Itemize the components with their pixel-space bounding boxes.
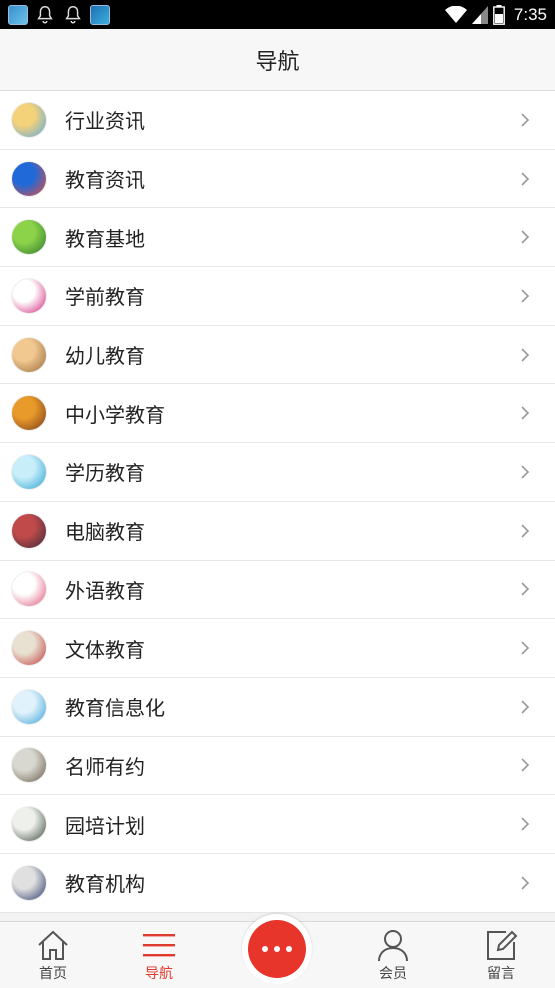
- app-icon: [90, 4, 110, 25]
- home-icon: [38, 930, 68, 960]
- list-item[interactable]: 文体教育: [0, 619, 555, 678]
- list-item-label: 教育机构: [65, 872, 145, 897]
- chevron-right-icon: [521, 406, 530, 420]
- list-item-label: 文体教育: [65, 637, 145, 662]
- list-item-label: 教育资讯: [65, 168, 145, 193]
- tab-label: 导航: [145, 966, 173, 982]
- list-item-label: 学前教育: [65, 285, 145, 310]
- tab-message[interactable]: 留言: [451, 922, 551, 988]
- chevron-right-icon: [521, 348, 530, 362]
- tab-label: 会员: [379, 966, 407, 982]
- list-item[interactable]: 学历教育: [0, 443, 555, 502]
- training-plan-icon: [11, 806, 47, 843]
- list-item-label: 中小学教育: [65, 402, 165, 427]
- education-it-icon: [11, 688, 47, 725]
- chevron-right-icon: [521, 817, 530, 831]
- tab-home[interactable]: 首页: [3, 922, 103, 988]
- list-item[interactable]: 名师有约: [0, 736, 555, 796]
- chevron-right-icon: [521, 230, 530, 244]
- industry-news-icon: [11, 101, 47, 138]
- bell-icon: [65, 5, 81, 24]
- chevron-right-icon: [521, 641, 530, 655]
- status-bar: 7:35: [0, 0, 555, 29]
- clock: 7:35: [513, 4, 547, 24]
- chevron-right-icon: [521, 113, 530, 127]
- list-item-label: 行业资讯: [65, 109, 145, 134]
- list-item[interactable]: 学前教育: [0, 267, 555, 326]
- list-item[interactable]: 教育机构: [0, 853, 555, 913]
- list-item[interactable]: 中小学教育: [0, 384, 555, 444]
- chevron-right-icon: [521, 700, 530, 714]
- menu-icon: [143, 934, 175, 957]
- list-item[interactable]: 教育基地: [0, 208, 555, 268]
- chevron-right-icon: [521, 465, 530, 479]
- page-header: 导航: [0, 29, 555, 91]
- list-item[interactable]: 行业资讯: [0, 91, 555, 150]
- sports-culture-icon: [11, 630, 47, 667]
- list-item-label: 学历教育: [65, 461, 145, 486]
- more-button[interactable]: [242, 914, 312, 984]
- app-icon: [8, 4, 28, 25]
- tab-member[interactable]: 会员: [343, 922, 443, 988]
- list-item-label: 园培计划: [65, 813, 145, 838]
- list-item[interactable]: 教育信息化: [0, 677, 555, 737]
- list-item[interactable]: 园培计划: [0, 795, 555, 854]
- chevron-right-icon: [521, 289, 530, 303]
- user-icon: [378, 930, 408, 962]
- list-item-label: 幼儿教育: [65, 344, 145, 369]
- list-item[interactable]: 教育资讯: [0, 149, 555, 209]
- child-education-icon: [11, 336, 47, 373]
- education-institution-icon: [11, 864, 47, 901]
- chevron-right-icon: [521, 171, 530, 186]
- education-news-icon: [11, 160, 47, 197]
- computer-education-icon: [11, 512, 47, 549]
- famous-teacher-icon: [11, 747, 47, 784]
- degree-education-icon: [11, 453, 47, 490]
- tab-navigation[interactable]: 导航: [109, 922, 209, 988]
- bottom-tab-bar: 首页 导航 会员 留言: [0, 914, 555, 988]
- education-base-icon: [11, 219, 47, 256]
- more-icon: [248, 920, 306, 978]
- battery-icon: [493, 4, 505, 25]
- tab-label: 首页: [39, 966, 67, 982]
- list-item[interactable]: 电脑教育: [0, 501, 555, 561]
- chevron-right-icon: [521, 876, 530, 890]
- chevron-right-icon: [521, 524, 530, 538]
- edit-icon: [487, 930, 518, 960]
- preschool-icon: [11, 277, 47, 314]
- list-item-label: 教育信息化: [65, 696, 165, 721]
- language-education-icon: [11, 571, 47, 608]
- chevron-right-icon: [521, 582, 530, 596]
- list-item-label: 外语教育: [65, 578, 145, 603]
- list-item-label: 名师有约: [65, 754, 145, 779]
- tab-label: 留言: [487, 966, 515, 982]
- list-item-label: 教育基地: [65, 226, 145, 251]
- signal-icon: [471, 5, 488, 24]
- nav-list: 行业资讯教育资讯教育基地学前教育幼儿教育中小学教育学历教育电脑教育外语教育文体教…: [0, 91, 555, 913]
- school-education-icon: [11, 395, 47, 432]
- list-item-label: 电脑教育: [65, 520, 145, 545]
- notification-icons: [8, 4, 110, 26]
- chevron-right-icon: [521, 758, 530, 772]
- wifi-icon: [444, 5, 467, 23]
- page-title: 导航: [255, 49, 300, 75]
- bell-icon: [37, 5, 53, 24]
- list-item[interactable]: 幼儿教育: [0, 325, 555, 385]
- list-item[interactable]: 外语教育: [0, 560, 555, 620]
